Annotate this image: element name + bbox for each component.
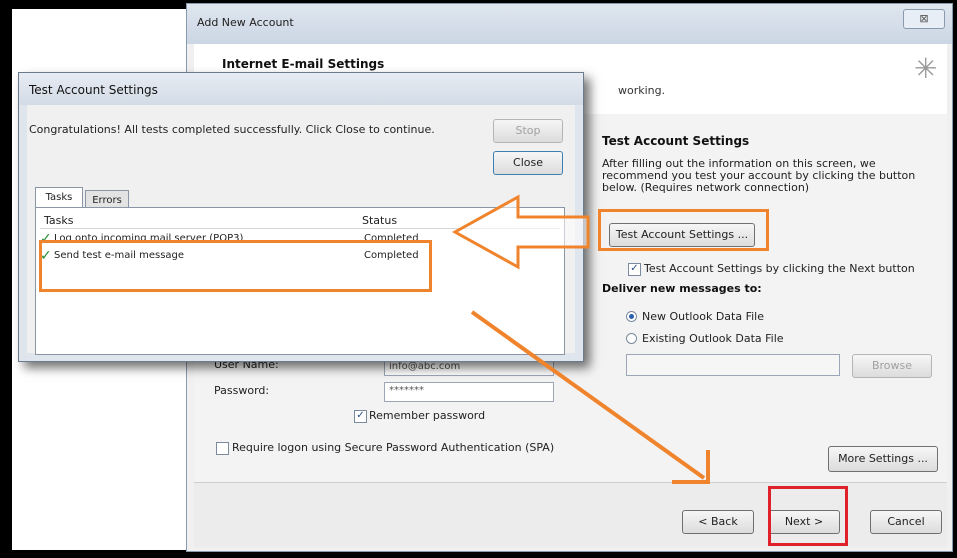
left-arrow-shape: [451, 194, 590, 270]
screenshot-canvas: Add New Account ⊠ Internet E-mail Settin…: [0, 0, 957, 558]
annotation-arrows: [451, 194, 710, 484]
diagonal-arrow-line: [470, 310, 706, 480]
